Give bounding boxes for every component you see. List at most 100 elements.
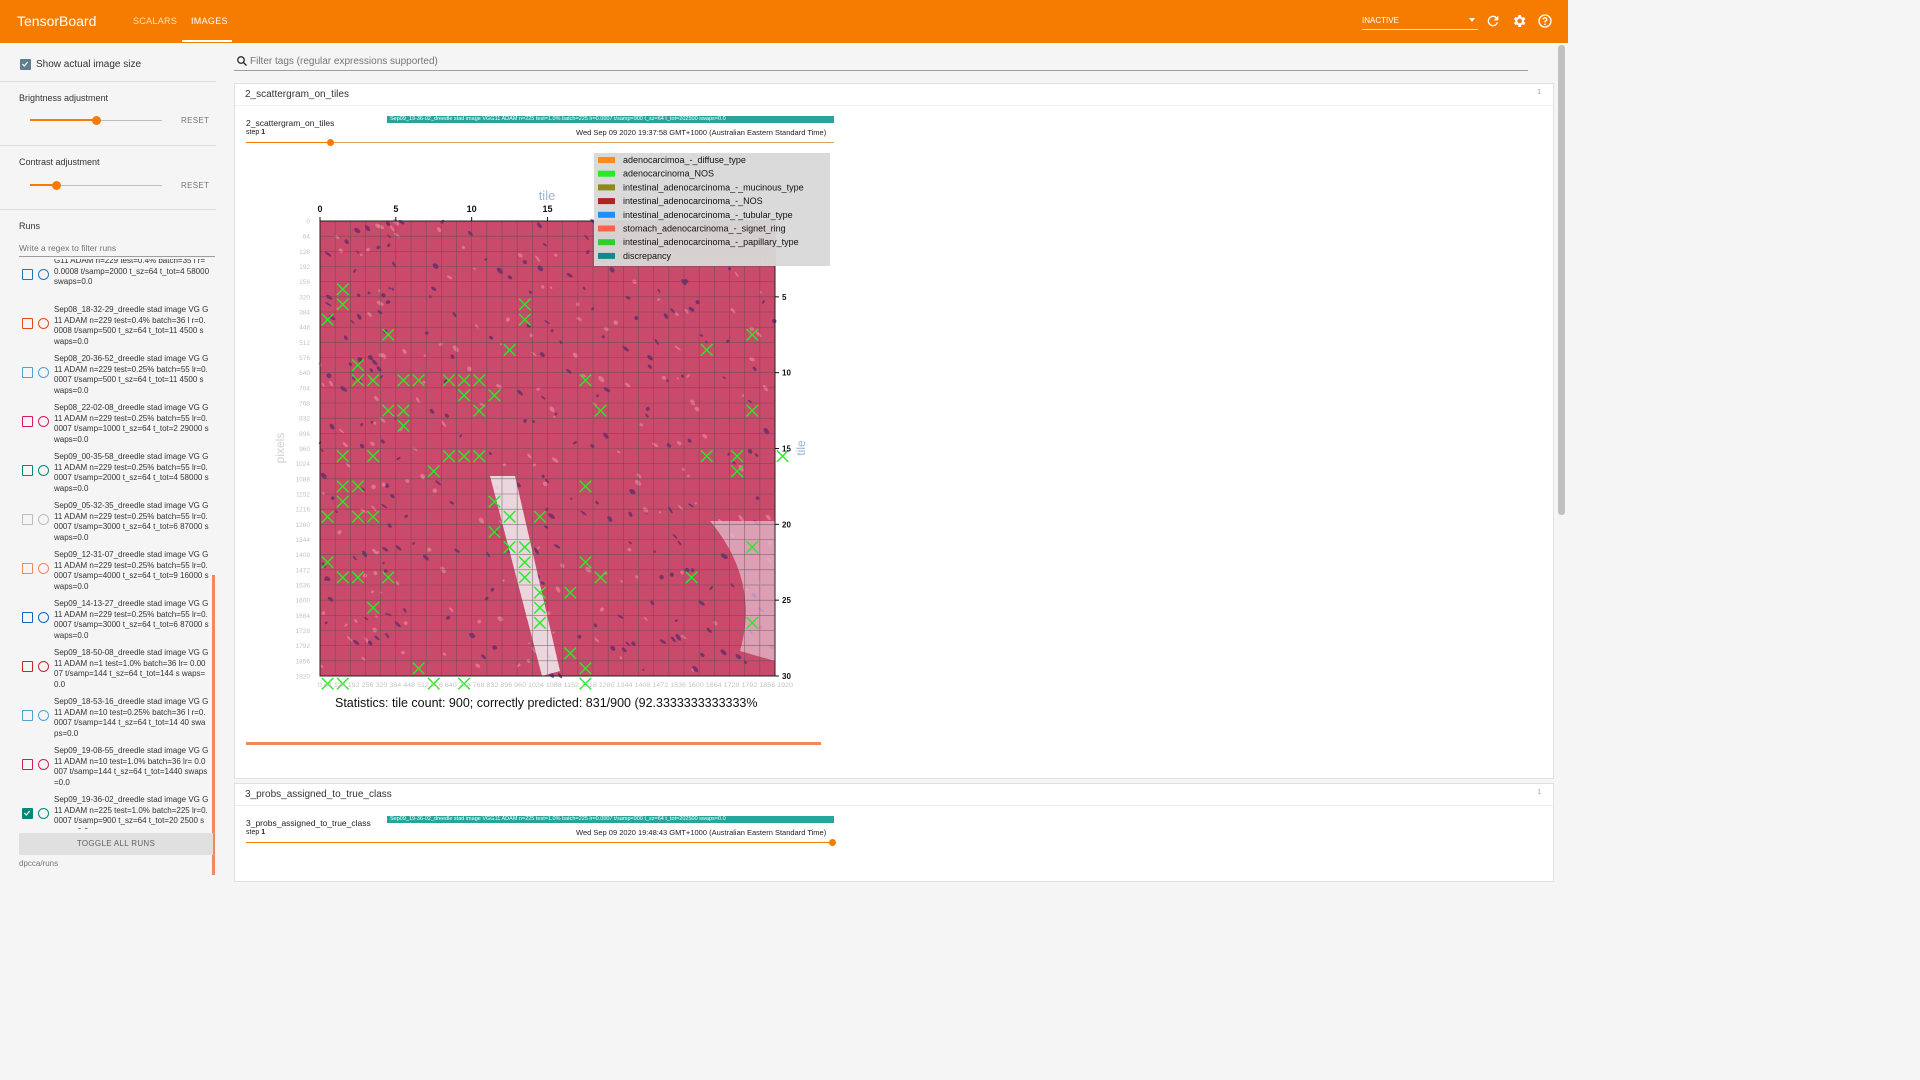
show-actual-size-checkbox[interactable] — [20, 59, 31, 70]
run-row[interactable]: Sep09_18-50-08_dreedle stad image VG G11… — [0, 648, 216, 696]
run-label: Sep09_19-08-55_dreedle stad image VG G11… — [54, 746, 209, 787]
tag-card-scattergram: 2_scattergram_on_tiles 1 2_scattergram_o… — [234, 83, 1554, 779]
left-tick-label: 1472 — [296, 567, 311, 574]
runs-scrollbar-thumb[interactable] — [212, 575, 215, 875]
runs-label: Runs — [19, 221, 41, 231]
run-radio[interactable] — [38, 514, 49, 525]
runs-filter-input[interactable]: Write a regex to filter runs — [19, 241, 215, 257]
status-select[interactable]: INACTIVE — [1362, 16, 1478, 30]
run-row[interactable]: Sep09_05-32-35_dreedle stad image VG G11… — [0, 501, 216, 549]
run-checkbox[interactable] — [22, 563, 33, 574]
contrast-slider-thumb[interactable] — [52, 181, 62, 190]
step-slider-thumb[interactable] — [829, 839, 836, 846]
left-tick-label: 1216 — [296, 507, 311, 514]
timestamp: Wed Sep 09 2020 19:37:58 GMT+1000 (Austr… — [576, 128, 827, 137]
step-label: step 1 — [246, 129, 266, 136]
legend-swatch — [598, 170, 615, 177]
run-label: Sep08_22-02-08_dreedle stad image VG G11… — [54, 403, 209, 444]
run-radio[interactable] — [38, 710, 49, 721]
statistics-text: Statistics: tile count: 900; correctly p… — [335, 696, 758, 710]
status-select-value: INACTIVE — [1362, 16, 1399, 25]
run-label: G11 ADAM n=229 test=0.4% batch=35 l r=0.… — [54, 259, 210, 286]
card-header[interactable]: 2_scattergram_on_tiles 1 — [235, 84, 1553, 106]
run-radio[interactable] — [38, 318, 49, 329]
scattergram-image: 0 5 10 15tile51015202530tile064128192256320… — [275, 153, 830, 710]
legend-swatch — [598, 211, 615, 218]
tab-images[interactable]: IMAGES — [191, 16, 228, 26]
run-checkbox[interactable] — [22, 416, 33, 427]
run-checkbox[interactable] — [22, 759, 33, 770]
run-checkbox[interactable] — [22, 661, 33, 672]
run-row[interactable]: Sep09_00-35-58_dreedle stad image VG G11… — [0, 452, 216, 500]
contrast-reset-button[interactable]: RESET — [181, 181, 209, 190]
brightness-slider-thumb[interactable] — [92, 116, 101, 125]
run-checkbox[interactable] — [22, 514, 33, 525]
run-radio[interactable] — [38, 808, 49, 819]
gear-icon[interactable] — [1511, 13, 1527, 29]
step-slider-thumb[interactable] — [327, 139, 334, 146]
run-checkbox[interactable] — [22, 465, 33, 476]
run-label: Sep09_00-35-58_dreedle stad image VG G11… — [54, 452, 209, 493]
run-label: Sep09_14-13-27_dreedle stad image VG G11… — [54, 599, 209, 640]
top-tick-label: 5 — [393, 204, 398, 214]
left-tick-label: 1728 — [296, 628, 311, 635]
run-radio[interactable] — [38, 465, 49, 476]
right-tick-label: 25 — [782, 596, 791, 605]
top-tick-label: 0 — [317, 204, 322, 214]
run-row[interactable]: G11 ADAM n=229 test=0.4% batch=35 l r=0.… — [0, 259, 216, 304]
run-chip: Sep09_19-36-02_dreedle stad image VGG11 … — [387, 816, 834, 823]
card-count: 1 — [1537, 789, 1541, 796]
step-slider-fill — [246, 842, 834, 843]
run-row[interactable]: Sep09_12-31-07_dreedle stad image VG G11… — [0, 550, 216, 598]
run-label: Sep09_19-36-02_dreedle stad image VG G11… — [54, 795, 209, 829]
run-label: Sep09_18-53-16_dreedle stad image VG G11… — [54, 697, 209, 738]
run-radio[interactable] — [38, 563, 49, 574]
top-axis-label: tile — [539, 188, 556, 203]
run-radio[interactable] — [38, 367, 49, 378]
run-radio[interactable] — [38, 612, 49, 623]
run-checkbox[interactable] — [22, 367, 33, 378]
run-row[interactable]: Sep09_19-08-55_dreedle stad image VG G11… — [0, 746, 216, 794]
right-tick-label: 5 — [782, 293, 787, 302]
search-icon — [237, 56, 247, 66]
run-radio[interactable] — [38, 661, 49, 672]
left-tick-label: 832 — [299, 416, 310, 423]
run-radio[interactable] — [38, 269, 49, 280]
run-radio[interactable] — [38, 759, 49, 770]
left-tick-label: 320 — [299, 294, 310, 301]
divider — [0, 81, 216, 82]
run-row[interactable]: Sep09_18-53-16_dreedle stad image VG G11… — [0, 697, 216, 745]
tag-filter-input[interactable]: Filter tags (regular expressions support… — [234, 51, 1528, 71]
tab-scalars[interactable]: SCALARS — [133, 16, 177, 26]
left-tick-label: 1152 — [296, 492, 310, 499]
help-icon[interactable] — [1537, 13, 1553, 29]
run-checkbox[interactable] — [22, 269, 33, 280]
run-checkbox[interactable] — [22, 710, 33, 721]
legend-label: intestinal_adenocarcinoma_-_papillary_ty… — [623, 237, 799, 247]
legend-swatch — [598, 198, 615, 205]
right-tick-label: 20 — [782, 520, 791, 529]
run-checkbox[interactable] — [22, 612, 33, 623]
brightness-label: Brightness adjustment — [19, 93, 109, 103]
run-row[interactable]: Sep08_22-02-08_dreedle stad image VG G11… — [0, 403, 216, 451]
page-scrollbar[interactable] — [1556, 45, 1568, 882]
toggle-all-runs-button[interactable]: TOGGLE ALL RUNS — [19, 833, 213, 855]
page-scrollbar-thumb[interactable] — [1558, 45, 1565, 515]
brightness-reset-button[interactable]: RESET — [181, 116, 209, 125]
card-header[interactable]: 3_probs_assigned_to_true_class 1 — [235, 784, 1553, 806]
run-radio[interactable] — [38, 416, 49, 427]
run-row[interactable]: Sep08_18-32-29_dreedle stad image VG G11… — [0, 305, 216, 353]
refresh-icon[interactable] — [1485, 13, 1501, 29]
legend-swatch — [598, 225, 615, 232]
card-count: 1 — [1537, 89, 1541, 96]
run-row[interactable]: Sep08_20-36-52_dreedle stad image VG G11… — [0, 354, 216, 402]
legend-label: intestinal_adenocarcinoma_-_NOS — [623, 196, 763, 206]
left-tick-label: 64 — [303, 234, 311, 241]
run-checkbox[interactable] — [22, 808, 33, 819]
card-title: 3_probs_assigned_to_true_class — [245, 789, 392, 800]
run-checkbox[interactable] — [22, 318, 33, 329]
run-row[interactable]: Sep09_14-13-27_dreedle stad image VG G11… — [0, 599, 216, 647]
check-icon — [23, 810, 31, 816]
contrast-label: Contrast adjustment — [19, 157, 100, 167]
run-row[interactable]: Sep09_19-36-02_dreedle stad image VG G11… — [0, 795, 216, 829]
